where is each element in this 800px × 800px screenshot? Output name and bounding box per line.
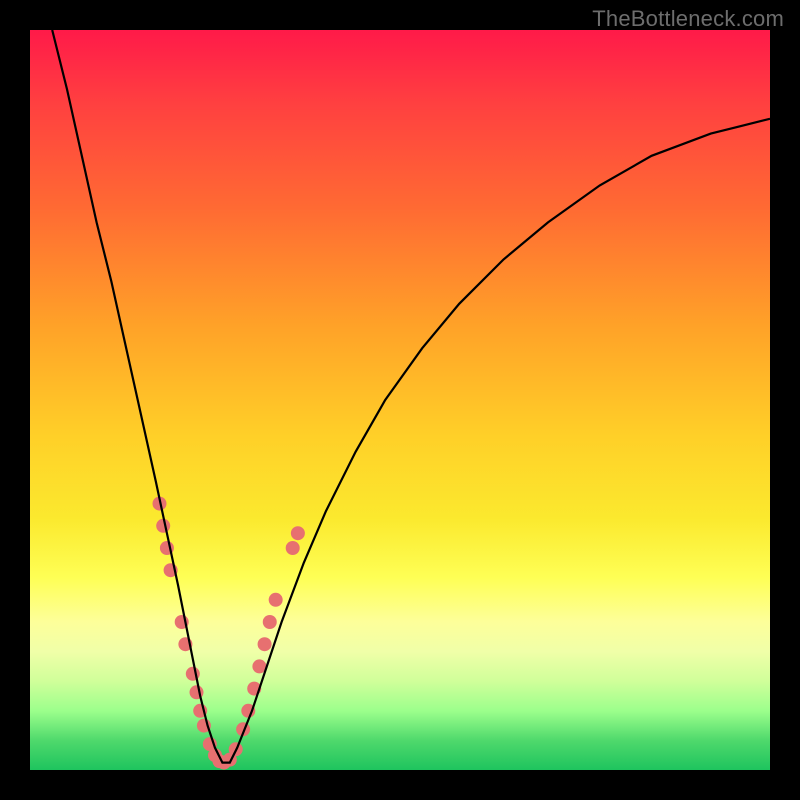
data-marker	[291, 526, 305, 540]
data-marker	[269, 593, 283, 607]
plot-area	[30, 30, 770, 770]
watermark-text: TheBottleneck.com	[592, 6, 784, 32]
data-markers	[153, 497, 305, 770]
bottleneck-curve-svg	[30, 30, 770, 770]
data-marker	[258, 637, 272, 651]
bottleneck-curve	[52, 30, 770, 763]
chart-frame: TheBottleneck.com	[0, 0, 800, 800]
data-marker	[263, 615, 277, 629]
data-marker	[286, 541, 300, 555]
